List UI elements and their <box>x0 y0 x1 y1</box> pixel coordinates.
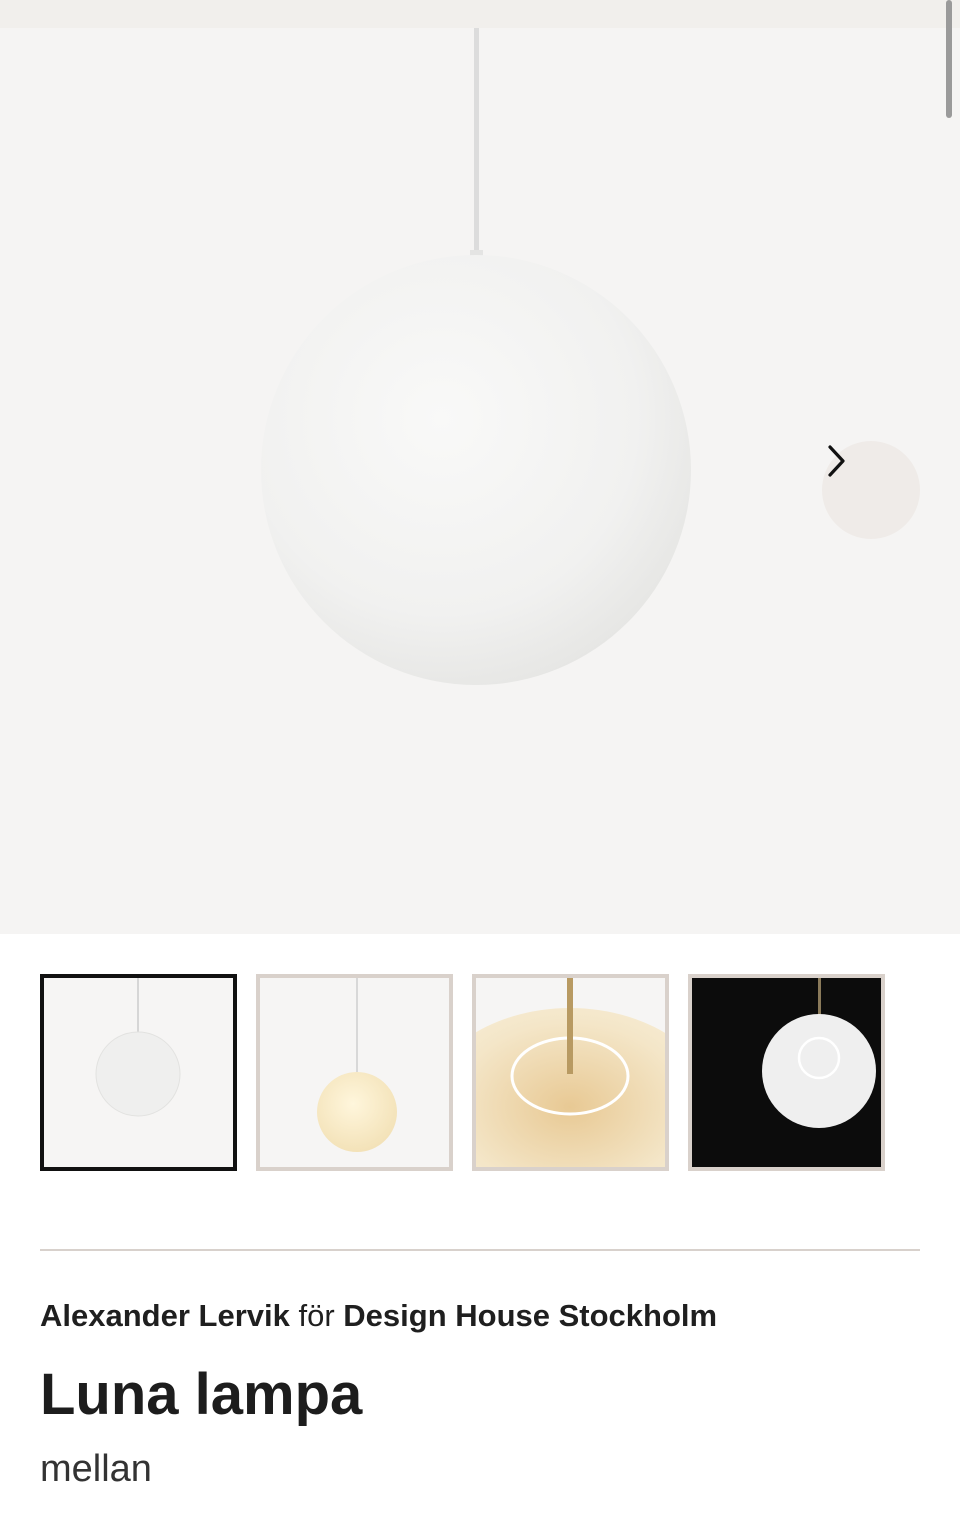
chevron-right-icon <box>828 445 845 477</box>
thumbnail-4[interactable] <box>688 974 885 1171</box>
scrollbar[interactable] <box>946 0 952 118</box>
thumbnail-3-image <box>476 978 665 1167</box>
lamp-cord <box>474 28 479 260</box>
product-title: Luna lampa <box>40 1362 363 1427</box>
byline-connector: för <box>298 1298 335 1333</box>
thumbnail-2[interactable] <box>256 974 453 1171</box>
thumbnail-2-image <box>260 978 449 1167</box>
thumbnail-1[interactable] <box>40 974 237 1171</box>
divider <box>40 1249 920 1251</box>
thumbnail-3[interactable] <box>472 974 669 1171</box>
thumbnail-4-image <box>692 978 881 1167</box>
pendant-lamp-image <box>0 28 960 934</box>
product-byline: Alexander Lervik för Design House Stockh… <box>40 1296 717 1336</box>
product-variant: mellan <box>40 1448 152 1490</box>
brand-name[interactable]: Design House Stockholm <box>343 1298 717 1333</box>
next-image-button[interactable] <box>822 441 920 539</box>
browser-top-bar <box>0 0 960 28</box>
product-main-image[interactable] <box>0 28 960 934</box>
lamp-globe <box>261 255 691 685</box>
thumbnail-strip <box>40 974 960 1171</box>
thumbnail-1-image <box>44 978 233 1167</box>
designer-name[interactable]: Alexander Lervik <box>40 1298 290 1333</box>
